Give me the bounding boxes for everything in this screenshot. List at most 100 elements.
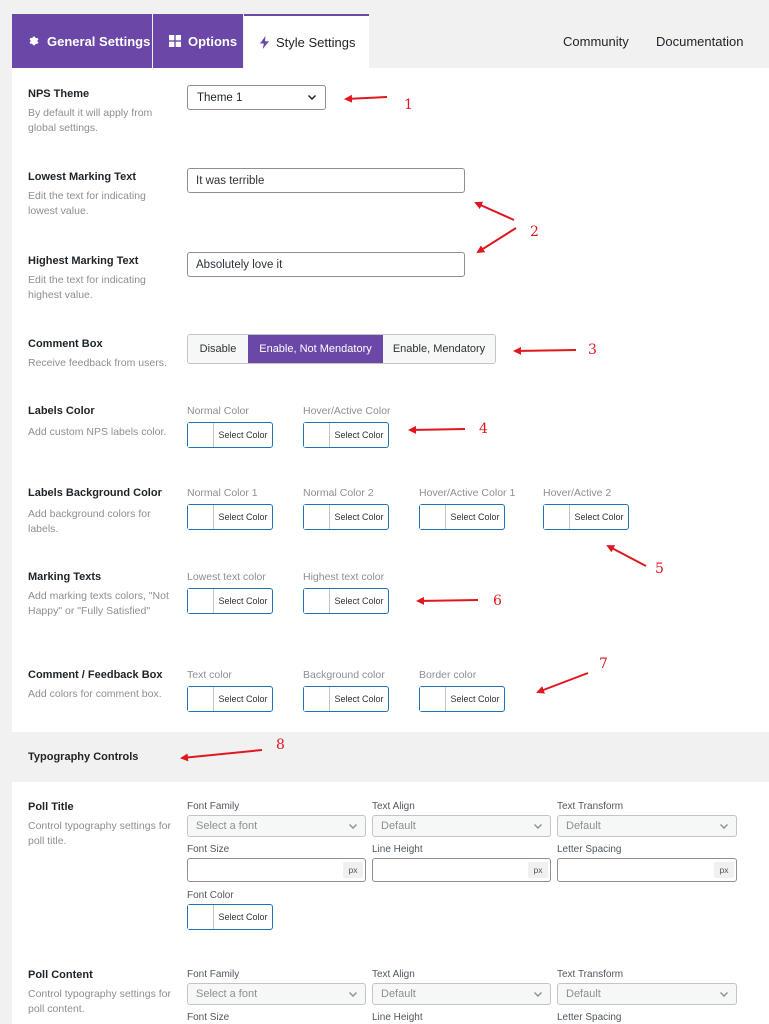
labels-bg-color-label: Labels Background Color xyxy=(28,487,162,499)
select-color-text: Select Color xyxy=(450,512,500,522)
poll-content-font-family-select[interactable]: Select a font xyxy=(187,983,366,1005)
tab-label: Options xyxy=(188,33,238,49)
text-color-sublabel: Text color xyxy=(187,669,232,681)
annotation-5: 5 xyxy=(655,561,664,577)
chevron-down-icon xyxy=(534,992,542,997)
color-swatch xyxy=(304,589,330,613)
comment-disable-option[interactable]: Disable xyxy=(188,335,248,363)
poll-title-text-align-select[interactable]: Default xyxy=(372,815,551,837)
color-swatch xyxy=(188,505,214,529)
poll-title-description: Control typography settings for poll tit… xyxy=(28,820,171,847)
nps-theme-label: NPS Theme xyxy=(28,88,90,100)
color-swatch xyxy=(304,505,330,529)
chevron-down-icon xyxy=(534,824,542,829)
gear-icon xyxy=(29,36,39,46)
normal-color-1-sublabel: Normal Color 1 xyxy=(187,487,258,499)
hover-active-color-1-sublabel: Hover/Active Color 1 xyxy=(419,487,516,499)
line-height-label: Line Height xyxy=(372,1012,423,1023)
comment-enable-not-mandatory-option[interactable]: Enable, Not Mendatory xyxy=(248,335,383,363)
comment-box-description: Receive feedback from users. xyxy=(28,357,167,369)
lowest-marking-description: Edit the text for indicating lowest valu… xyxy=(28,190,146,217)
comment-background-color-picker[interactable]: Select Color xyxy=(303,686,389,712)
typography-controls-header: Typography Controls xyxy=(12,732,769,782)
font-family-label: Font Family xyxy=(187,801,240,812)
documentation-link[interactable]: Documentation xyxy=(656,14,743,68)
font-size-label: Font Size xyxy=(187,844,230,855)
annotation-1: 1 xyxy=(404,97,413,113)
line-height-label: Line Height xyxy=(372,844,423,855)
select-value: Default xyxy=(566,820,601,832)
poll-content-text-transform-select[interactable]: Default xyxy=(557,983,737,1005)
poll-content-description: Control typography settings for poll con… xyxy=(28,988,171,1015)
lowest-text-color-sublabel: Lowest text color xyxy=(187,571,266,583)
color-swatch xyxy=(304,423,330,447)
labels-bg-hover-1-picker[interactable]: Select Color xyxy=(419,504,505,530)
labels-hover-color-picker[interactable]: Select Color xyxy=(303,422,389,448)
poll-content-text-align-select[interactable]: Default xyxy=(372,983,551,1005)
text-align-label: Text Align xyxy=(372,969,415,980)
tab-style-settings[interactable]: Style Settings xyxy=(244,14,369,68)
annotation-3: 3 xyxy=(588,342,597,358)
background-color-sublabel: Background color xyxy=(303,669,385,681)
tab-options[interactable]: Options xyxy=(153,14,243,68)
nps-theme-description: By default it will apply from global set… xyxy=(28,107,153,134)
poll-title-font-family-select[interactable]: Select a font xyxy=(187,815,366,837)
highest-marking-description: Edit the text for indicating highest val… xyxy=(28,274,146,301)
color-swatch xyxy=(304,687,330,711)
annotation-7: 7 xyxy=(599,656,608,672)
chevron-down-icon xyxy=(720,992,728,997)
lowest-marking-label: Lowest Marking Text xyxy=(28,171,136,183)
poll-content-label: Poll Content xyxy=(28,969,93,981)
hover-active-color-sublabel: Hover/Active Color xyxy=(303,405,391,417)
highest-marking-input[interactable]: Absolutely love it xyxy=(187,252,465,277)
comment-border-color-picker[interactable]: Select Color xyxy=(419,686,505,712)
nps-theme-select[interactable]: Theme 1 xyxy=(187,85,326,110)
labels-color-description: Add custom NPS labels color. xyxy=(28,426,167,438)
comment-feedback-description: Add colors for comment box. xyxy=(28,688,162,700)
select-color-text: Select Color xyxy=(334,596,384,606)
text-transform-label: Text Transform xyxy=(557,969,624,980)
poll-title-letter-spacing-input[interactable]: px xyxy=(557,858,737,882)
select-color-text: Select Color xyxy=(450,694,500,704)
comment-feedback-label: Comment / Feedback Box xyxy=(28,669,163,681)
community-link[interactable]: Community xyxy=(563,14,629,68)
text-transform-label: Text Transform xyxy=(557,801,624,812)
hover-active-2-sublabel: Hover/Active 2 xyxy=(543,487,612,499)
nps-theme-value: Theme 1 xyxy=(197,91,243,104)
select-value: Default xyxy=(566,988,601,1000)
chevron-down-icon xyxy=(349,992,357,997)
comment-enable-mandatory-option[interactable]: Enable, Mendatory xyxy=(383,335,495,363)
comment-text-color-picker[interactable]: Select Color xyxy=(187,686,273,712)
tab-general-settings[interactable]: General Settings xyxy=(12,14,152,68)
select-color-text: Select Color xyxy=(218,430,268,440)
normal-color-sublabel: Normal Color xyxy=(187,405,249,417)
labels-bg-normal-1-picker[interactable]: Select Color xyxy=(187,504,273,530)
normal-color-2-sublabel: Normal Color 2 xyxy=(303,487,374,499)
select-value: Select a font xyxy=(196,820,258,832)
px-unit: px xyxy=(528,862,548,878)
comment-box-label: Comment Box xyxy=(28,338,103,350)
poll-title-line-height-input[interactable]: px xyxy=(372,858,551,882)
lowest-marking-input[interactable]: It was terrible xyxy=(187,168,465,193)
poll-title-text-transform-select[interactable]: Default xyxy=(557,815,737,837)
select-color-text: Select Color xyxy=(334,430,384,440)
chevron-down-icon xyxy=(720,824,728,829)
letter-spacing-label: Letter Spacing xyxy=(557,844,622,855)
labels-bg-hover-2-picker[interactable]: Select Color xyxy=(543,504,629,530)
select-color-text: Select Color xyxy=(334,694,384,704)
labels-bg-normal-2-picker[interactable]: Select Color xyxy=(303,504,389,530)
poll-title-font-color-picker[interactable]: Select Color xyxy=(187,904,273,930)
select-color-text: Select Color xyxy=(218,912,268,922)
poll-title-font-size-input[interactable]: px xyxy=(187,858,366,882)
style-settings-panel: NPS Theme By default it will apply from … xyxy=(12,68,769,1024)
border-color-sublabel: Border color xyxy=(419,669,477,681)
bolt-icon xyxy=(260,35,269,49)
annotation-8: 8 xyxy=(276,737,285,753)
highest-text-color-picker[interactable]: Select Color xyxy=(303,588,389,614)
labels-normal-color-picker[interactable]: Select Color xyxy=(187,422,273,448)
font-color-label: Font Color xyxy=(187,890,234,901)
annotation-2: 2 xyxy=(530,224,539,240)
lowest-text-color-picker[interactable]: Select Color xyxy=(187,588,273,614)
select-value: Select a font xyxy=(196,988,258,1000)
select-color-text: Select Color xyxy=(218,596,268,606)
